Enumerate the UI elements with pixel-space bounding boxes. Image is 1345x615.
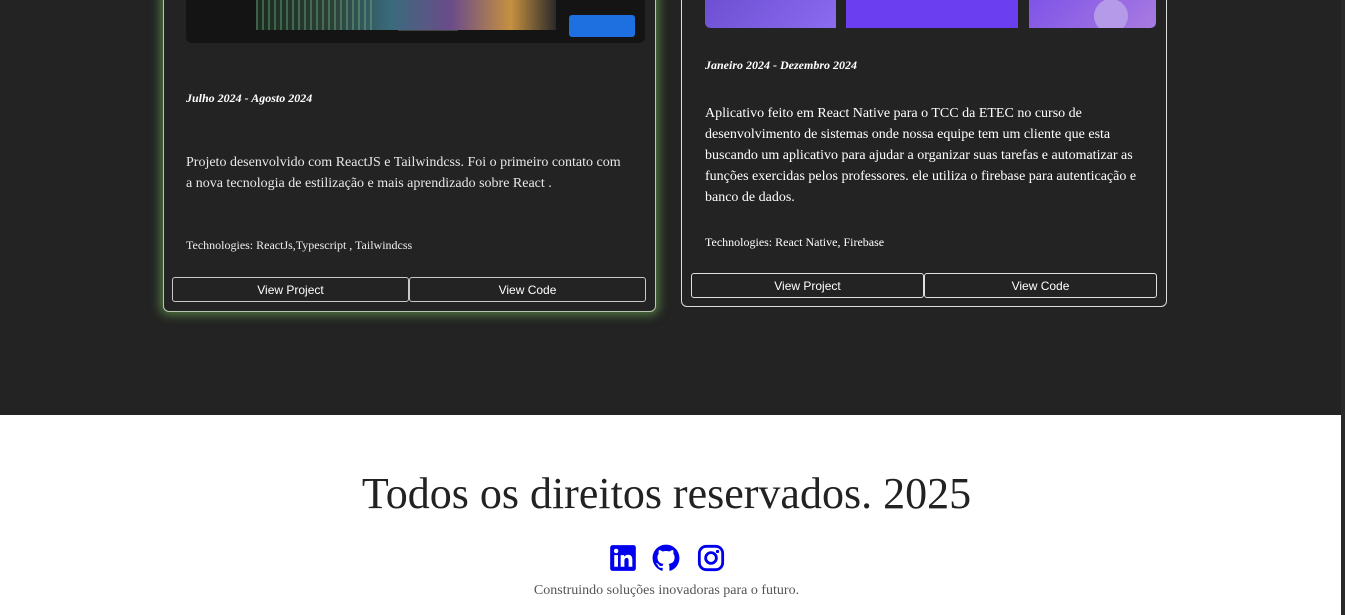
- projects-section: Julho 2024 - Agosto 2024 Projeto desenvo…: [0, 0, 1345, 415]
- project-technologies: Technologies: ReactJs,Typescript , Tailw…: [186, 238, 413, 252]
- project-technologies: Technologies: React Native, Firebase: [705, 235, 885, 249]
- linkedin-icon[interactable]: [609, 544, 637, 572]
- project-description: Aplicativo feito em React Native para o …: [705, 106, 1137, 205]
- view-project-button[interactable]: View Project: [172, 277, 409, 302]
- project-card: Janeiro 2024 - Dezembro 2024 Aplicativo …: [681, 0, 1167, 307]
- github-icon[interactable]: [652, 544, 680, 572]
- instagram-icon[interactable]: [697, 544, 725, 572]
- project-thumbnail: [705, 0, 1156, 28]
- view-code-button[interactable]: View Code: [409, 277, 646, 302]
- footer-tagline: Construindo soluções inovadoras para o f…: [533, 583, 800, 598]
- view-code-button[interactable]: View Code: [924, 273, 1157, 298]
- project-description: Projeto desenvolvido com ReactJS e Tailw…: [186, 155, 621, 191]
- footer-title: Todos os direitos reservados. 2025: [361, 469, 972, 518]
- view-project-button[interactable]: View Project: [691, 273, 924, 298]
- project-date: Janeiro 2024 - Dezembro 2024: [705, 58, 857, 72]
- scrollbar[interactable]: [1341, 0, 1345, 615]
- project-card: Julho 2024 - Agosto 2024 Projeto desenvo…: [163, 0, 656, 312]
- project-date: Julho 2024 - Agosto 2024: [186, 91, 313, 105]
- social-links: [609, 544, 729, 574]
- project-thumbnail: [186, 0, 645, 43]
